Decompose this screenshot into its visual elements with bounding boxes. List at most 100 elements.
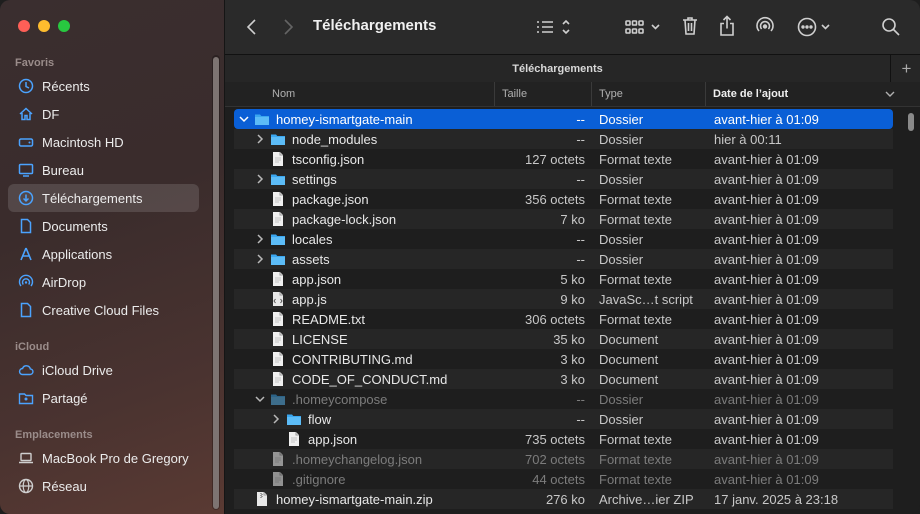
file-row[interactable]: locales -- Dossier avant-hier à 01:09	[234, 229, 893, 249]
file-date-added: avant-hier à 01:09	[714, 291, 819, 307]
group-button[interactable]	[625, 18, 663, 36]
file-row[interactable]: package.json 356 octets Format texte avant-…	[234, 189, 893, 209]
file-kind: Format texte	[599, 471, 672, 487]
share-icon	[720, 15, 734, 36]
file-date-added: avant-hier à 01:09	[714, 331, 819, 347]
sidebar-item-macintosh-hd[interactable]: Macintosh HD	[8, 128, 199, 156]
file-row[interactable]: app.json 735 octets Format texte avant-hier…	[234, 429, 893, 449]
search-button[interactable]	[881, 17, 901, 37]
chevron-right-icon[interactable]	[254, 129, 266, 149]
file-row[interactable]: app.json 5 ko Format texte avant-hier à 01:…	[234, 269, 893, 289]
file-size: 35 ko	[553, 331, 585, 347]
file-size: --	[576, 411, 585, 427]
chevron-right-icon[interactable]	[254, 229, 266, 249]
file-date-added: avant-hier à 01:09	[714, 271, 819, 287]
file-kind: Format texte	[599, 431, 672, 447]
file-name: CODE_OF_CONDUCT.md	[292, 371, 448, 387]
file-name: settings	[292, 171, 337, 187]
sidebar-section-icloud: iCloud	[15, 341, 50, 353]
tab-telechargements[interactable]: Téléchargements	[225, 55, 891, 82]
sidebar-scrollbar-thumb[interactable]	[213, 57, 219, 509]
folder-icon	[270, 391, 286, 407]
file-kind: Dossier	[599, 251, 644, 267]
file-row[interactable]: app.js 9 ko JavaSc…t script avant-hier à 01…	[234, 289, 893, 309]
column-date-added[interactable]: Date de l’ajout	[705, 82, 903, 106]
file-icon	[270, 271, 286, 287]
list-scrollbar-track[interactable]	[904, 108, 916, 514]
file-kind: Dossier	[599, 231, 644, 247]
file-row[interactable]: LICENSE 35 ko Document avant-hier à 01:09	[234, 329, 893, 349]
sidebar-item-bureau[interactable]: Bureau	[8, 156, 199, 184]
chevron-right-icon[interactable]	[254, 169, 266, 189]
file-row[interactable]: assets -- Dossier avant-hier à 01:09	[234, 249, 893, 269]
sidebar-item-df[interactable]: DF	[8, 100, 199, 128]
file-icon	[270, 311, 286, 327]
sidebar-item-partage[interactable]: Partagé	[8, 384, 199, 412]
zoom-window-button[interactable]	[58, 20, 70, 32]
sidebar-item-macbook-pro[interactable]: MacBook Pro de Gregory	[8, 444, 199, 472]
sidebar-item-recents[interactable]: Récents	[8, 72, 199, 100]
tab-bar: Téléchargements +	[225, 54, 920, 83]
file-date-added: avant-hier à 01:09	[714, 151, 819, 167]
file-row[interactable]: CODE_OF_CONDUCT.md 3 ko Document avant-hier…	[234, 369, 893, 389]
file-size: 702 octets	[525, 451, 585, 467]
file-date-added: avant-hier à 01:09	[714, 451, 819, 467]
sidebar-item-label: Bureau	[42, 162, 84, 178]
file-date-added: avant-hier à 01:09	[714, 171, 819, 187]
forward-button[interactable]	[280, 18, 296, 36]
file-row[interactable]: .homeycompose -- Dossier avant-hier à 01:09	[234, 389, 893, 409]
share-button[interactable]	[718, 15, 736, 37]
file-row[interactable]: homey-ismartgate-main.zip 276 ko Archive…i…	[234, 489, 893, 509]
sidebar-item-label: Réseau	[42, 478, 87, 494]
column-size[interactable]: Taille	[494, 82, 592, 106]
file-row[interactable]: flow -- Dossier avant-hier à 01:09	[234, 409, 893, 429]
shared-folder-icon	[18, 390, 34, 406]
file-row[interactable]: package-lock.json 7 ko Format texte avant-h…	[234, 209, 893, 229]
column-kind[interactable]: Type	[591, 82, 705, 106]
sidebar-item-label: Téléchargements	[42, 190, 143, 206]
file-row[interactable]: .gitignore 44 octets Format texte avant-hie…	[234, 469, 893, 489]
chevron-right-icon[interactable]	[254, 249, 266, 269]
column-name[interactable]: Nom	[272, 82, 295, 106]
sidebar-section-emplacements: Emplacements	[15, 429, 93, 441]
file-row[interactable]: CONTRIBUTING.md 3 ko Document avant-hier à …	[234, 349, 893, 369]
airdrop-button[interactable]	[755, 16, 775, 36]
minimize-window-button[interactable]	[38, 20, 50, 32]
file-row[interactable]: .homeychangelog.json 702 octets Format tex…	[234, 449, 893, 469]
file-row[interactable]: README.txt 306 octets Format texte avant-hi…	[234, 309, 893, 329]
cloud-icon	[18, 362, 34, 378]
file-kind: JavaSc…t script	[599, 291, 693, 307]
close-window-button[interactable]	[18, 20, 30, 32]
folder-icon	[270, 131, 286, 147]
file-icon	[270, 451, 286, 467]
back-button[interactable]	[244, 18, 260, 36]
sidebar-item-applications[interactable]: Applications	[8, 240, 199, 268]
chevron-down-icon[interactable]	[254, 389, 266, 409]
file-name: node_modules	[292, 131, 378, 147]
sidebar-section-favoris: Favoris	[15, 57, 55, 69]
file-name: locales	[292, 231, 333, 247]
sidebar-item-icloud-drive[interactable]: iCloud Drive	[8, 356, 199, 384]
chevron-down-icon[interactable]	[238, 109, 250, 129]
sidebar-item-documents[interactable]: Documents	[8, 212, 199, 240]
file-row[interactable]: homey-ismartgate-main -- Dossier avant-hier…	[234, 109, 893, 129]
file-row[interactable]: node_modules -- Dossier hier à 00:11	[234, 129, 893, 149]
sidebar-item-telechargements[interactable]: Téléchargements	[8, 184, 199, 212]
sidebar-item-creative-cloud-files[interactable]: Creative Cloud Files	[8, 296, 199, 324]
trash-icon	[683, 17, 697, 35]
file-row[interactable]: tsconfig.json 127 octets Format texte avant…	[234, 149, 893, 169]
file-size: 3 ko	[560, 371, 585, 387]
sidebar-item-airdrop[interactable]: AirDrop	[8, 268, 199, 296]
file-kind: Format texte	[599, 451, 672, 467]
file-name: homey-ismartgate-main.zip	[276, 491, 433, 507]
chevron-right-icon[interactable]	[270, 409, 282, 429]
delete-button[interactable]	[681, 16, 699, 36]
file-row[interactable]: settings -- Dossier avant-hier à 01:09	[234, 169, 893, 189]
list-scrollbar-thumb[interactable]	[908, 113, 914, 131]
new-tab-button[interactable]: +	[893, 55, 920, 82]
more-actions-button[interactable]	[797, 17, 833, 37]
file-size: 276 ko	[545, 491, 585, 507]
sidebar-item-reseau[interactable]: Réseau	[8, 472, 199, 500]
sidebar-item-label: iCloud Drive	[42, 362, 113, 378]
view-options-button[interactable]	[536, 18, 572, 36]
